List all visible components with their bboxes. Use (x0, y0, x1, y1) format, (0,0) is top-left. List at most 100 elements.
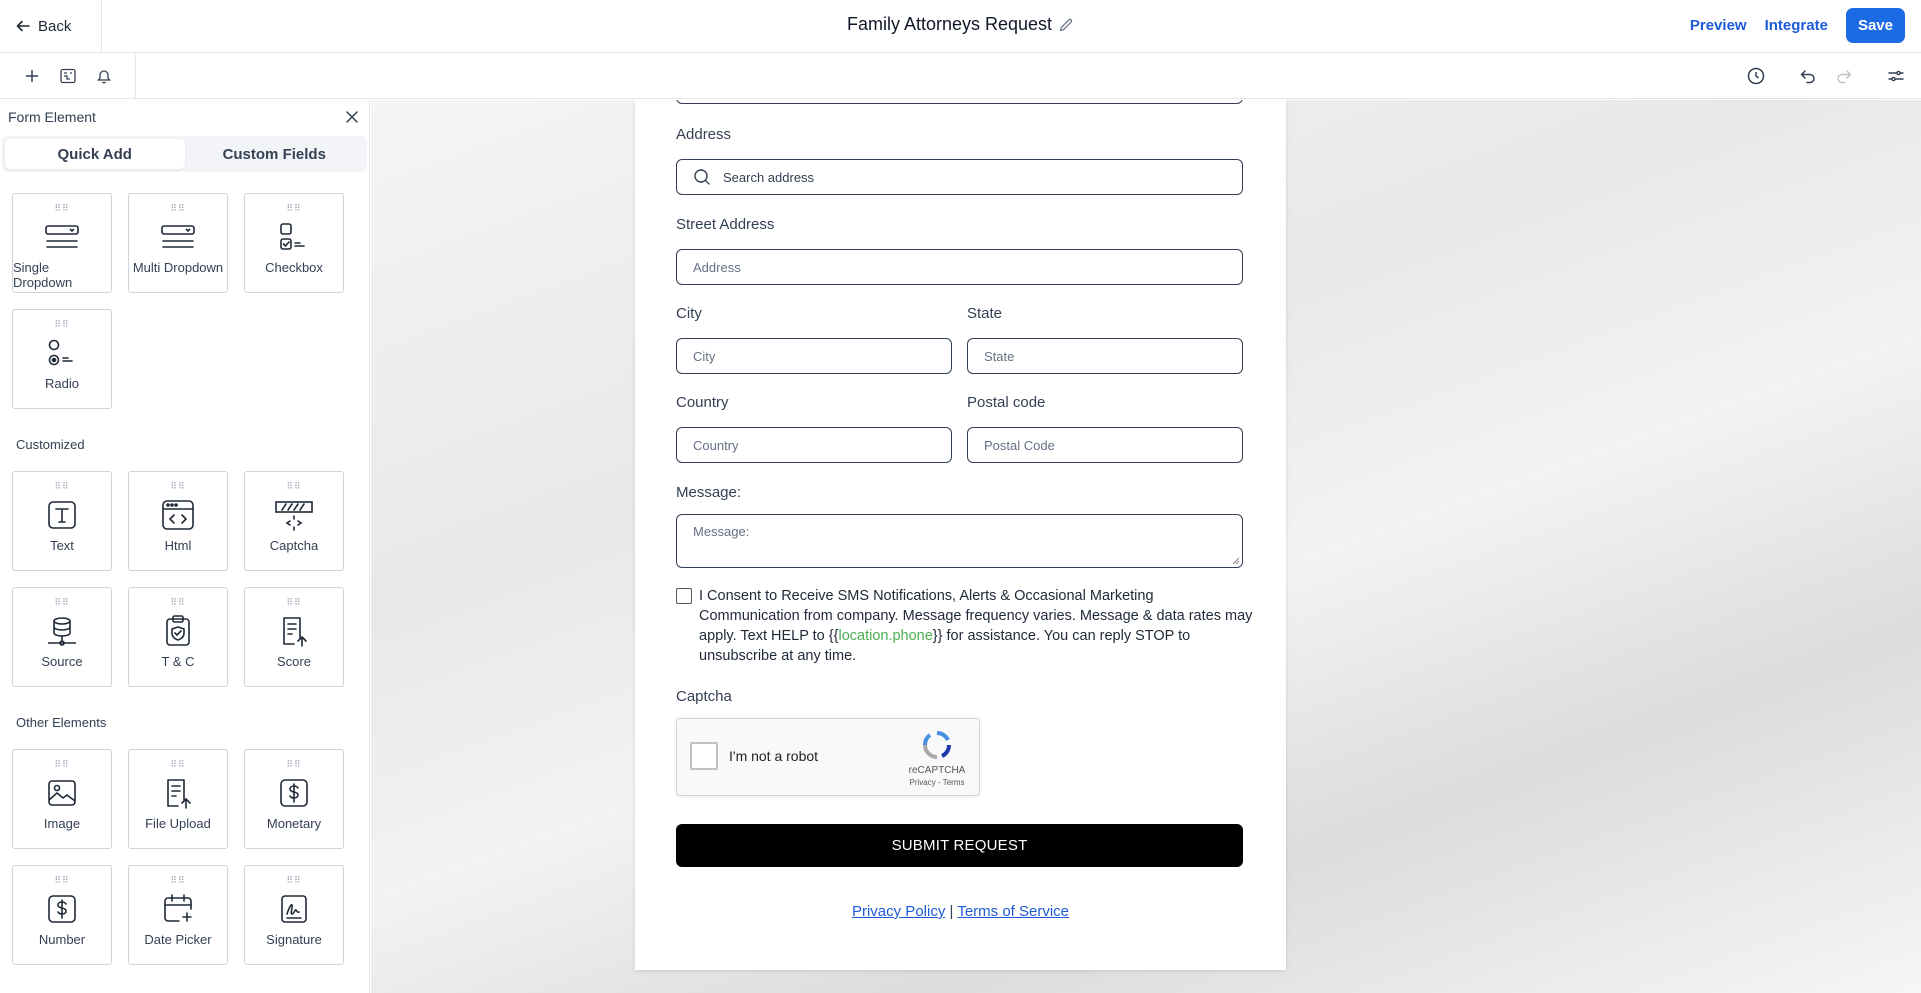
element-label: Captcha (269, 538, 319, 553)
add-element-icon[interactable] (21, 65, 43, 87)
redo-icon[interactable] (1833, 65, 1855, 87)
arrow-left-icon (16, 19, 30, 33)
element-checkbox[interactable]: ⠿⠿ Checkbox (244, 193, 344, 293)
recaptcha-icon (905, 729, 969, 761)
top-bar: Back Family Attorneys Request Preview In… (0, 0, 1921, 53)
message-label: Message: (676, 484, 742, 501)
city-label: City (676, 305, 702, 322)
checkbox-icon (276, 220, 312, 254)
edit-pencil-icon[interactable] (1058, 17, 1074, 33)
form-title: Family Attorneys Request (846, 14, 1053, 34)
street-address-placeholder: Address (693, 259, 741, 275)
drag-handle-icon: ⠿⠿ (170, 481, 186, 491)
city-input[interactable]: City (676, 338, 952, 374)
postal-code-input[interactable]: Postal Code (967, 427, 1243, 463)
element-radio[interactable]: ⠿⠿ Radio (12, 309, 112, 409)
form-preview: Address Search address Street Address Ad… (635, 100, 1286, 970)
element-image[interactable]: ⠿⠿ Image (12, 749, 112, 849)
element-label: Monetary (266, 816, 322, 831)
captcha-icon (274, 498, 314, 532)
element-multi-dropdown[interactable]: ⠿⠿ Multi Dropdown (128, 193, 228, 293)
element-date-picker[interactable]: ⠿⠿ Date Picker (128, 865, 228, 965)
back-button[interactable]: Back (16, 14, 71, 38)
privacy-policy-link[interactable]: Privacy Policy (852, 903, 945, 920)
search-icon (693, 168, 711, 186)
element-html[interactable]: ⠿⠿ Html (128, 471, 228, 571)
text-icon (46, 498, 78, 532)
previous-field-input[interactable] (676, 100, 1243, 104)
address-search-input[interactable]: Search address (676, 159, 1243, 195)
element-captcha[interactable]: ⠿⠿ Captcha (244, 471, 344, 571)
sms-consent-checkbox[interactable] (676, 588, 692, 604)
message-textarea[interactable]: Message: (676, 514, 1243, 568)
image-icon (46, 776, 78, 810)
other-elements-grid: ⠿⠿ Image ⠿⠿ File Upload ⠿⠿ Monetary ⠿⠿ N… (0, 749, 369, 965)
street-address-label: Street Address (676, 216, 775, 233)
element-label: Number (38, 932, 86, 947)
settings-sliders-icon[interactable] (1885, 65, 1907, 87)
element-label: T & C (161, 654, 195, 669)
standard-elements-grid: ⠿⠿ Single Dropdown ⠿⠿ Multi Dropdown ⠿⠿ … (0, 193, 369, 409)
divider (101, 0, 102, 53)
drag-handle-icon: ⠿⠿ (170, 203, 186, 213)
save-button[interactable]: Save (1845, 8, 1905, 43)
message-placeholder: Message: (693, 524, 750, 539)
element-signature[interactable]: ⠿⠿ Signature (244, 865, 344, 965)
recaptcha-logo: reCAPTCHA Privacy - Terms (905, 729, 969, 787)
terms-of-service-link[interactable]: Terms of Service (957, 903, 1069, 920)
file-upload-icon (162, 776, 194, 810)
recaptcha-widget: I'm not a robot reCAPTCHA Privacy - Term… (676, 718, 980, 796)
state-input[interactable]: State (967, 338, 1243, 374)
element-label: Date Picker (144, 932, 212, 947)
drag-handle-icon: ⠿⠿ (170, 597, 186, 607)
sms-consent-text: I Consent to Receive SMS Notifications, … (699, 586, 1254, 666)
recaptcha-brand: reCAPTCHA (908, 765, 966, 776)
drag-handle-icon: ⠿⠿ (54, 597, 70, 607)
element-source[interactable]: ⠿⠿ Source (12, 587, 112, 687)
element-file-upload[interactable]: ⠿⠿ File Upload (128, 749, 228, 849)
submit-request-button[interactable]: SUBMIT REQUEST (676, 824, 1243, 867)
tab-custom-fields[interactable]: Custom Fields (185, 139, 365, 169)
element-label: Radio (45, 376, 79, 391)
tab-quick-add[interactable]: Quick Add (5, 139, 185, 169)
bell-icon[interactable] (93, 65, 115, 87)
element-number[interactable]: ⠿⠿ Number (12, 865, 112, 965)
drag-handle-icon: ⠿⠿ (54, 759, 70, 769)
captcha-label: Captcha (676, 688, 732, 705)
close-icon[interactable] (345, 110, 359, 124)
element-monetary[interactable]: ⠿⠿ Monetary (244, 749, 344, 849)
form-element-sidebar: Form Element Quick Add Custom Fields ⠿⠿ … (0, 100, 370, 993)
element-score[interactable]: ⠿⠿ Score (244, 587, 344, 687)
radio-icon (44, 336, 80, 370)
element-terms-and-conditions[interactable]: ⠿⠿ T & C (128, 587, 228, 687)
preview-button[interactable]: Preview (1690, 17, 1747, 34)
recaptcha-checkbox[interactable] (690, 742, 718, 770)
link-separator: | (949, 903, 954, 920)
element-label: Single Dropdown (13, 260, 73, 290)
street-address-input[interactable]: Address (676, 249, 1243, 285)
country-input[interactable]: Country (676, 427, 952, 463)
state-label: State (967, 305, 1003, 322)
sidebar-title: Form Element (8, 109, 96, 125)
section-label-customized: Customized (16, 437, 85, 452)
resize-handle-icon[interactable] (1232, 557, 1240, 565)
recaptcha-links[interactable]: Privacy - Terms (905, 778, 969, 787)
layers-icon[interactable] (57, 65, 79, 87)
country-placeholder: Country (693, 437, 739, 453)
back-label: Back (38, 17, 72, 35)
terms-icon (162, 614, 194, 648)
history-icon[interactable] (1745, 65, 1767, 87)
drag-handle-icon: ⠿⠿ (170, 875, 186, 885)
drag-handle-icon: ⠿⠿ (54, 875, 70, 885)
monetary-icon (278, 776, 310, 810)
element-text[interactable]: ⠿⠿ Text (12, 471, 112, 571)
sidebar-tabs: Quick Add Custom Fields (2, 136, 367, 172)
integrate-button[interactable]: Integrate (1765, 17, 1828, 34)
undo-icon[interactable] (1797, 65, 1819, 87)
element-single-dropdown[interactable]: ⠿⠿ Single Dropdown (12, 193, 112, 293)
drag-handle-icon: ⠿⠿ (286, 875, 302, 885)
sidebar-header: Form Element (0, 100, 369, 134)
element-label: Multi Dropdown (132, 260, 224, 275)
drag-handle-icon: ⠿⠿ (54, 203, 70, 213)
signature-icon (278, 892, 310, 926)
